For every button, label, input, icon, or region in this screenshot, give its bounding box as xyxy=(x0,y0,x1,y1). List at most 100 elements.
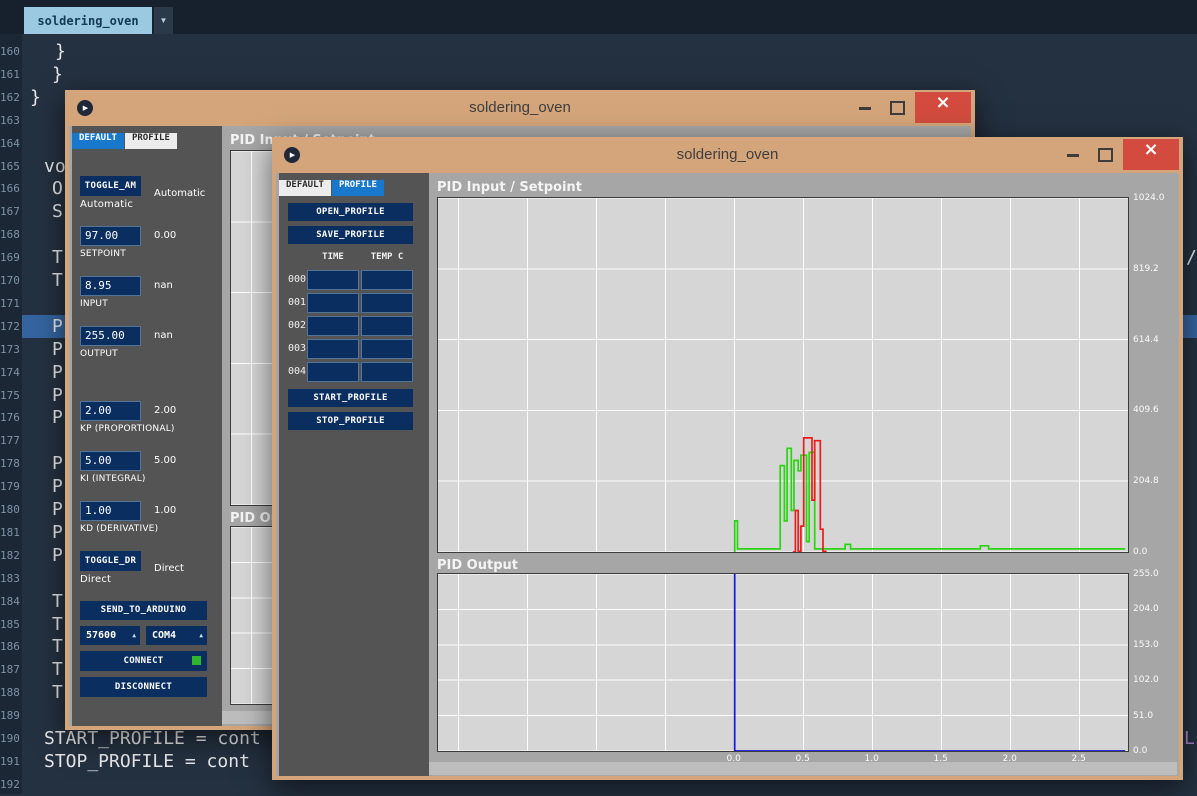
profile-temp-field-3[interactable] xyxy=(361,339,413,359)
input-value: nan xyxy=(154,280,173,291)
chart-canvas xyxy=(438,574,1128,751)
maximize-button[interactable] xyxy=(1098,148,1113,162)
window-title: soldering_oven xyxy=(272,146,1183,163)
chart-canvas xyxy=(438,198,1128,552)
code-fragment: T xyxy=(52,613,63,636)
code-fragment: P xyxy=(52,521,63,544)
titlebar-front[interactable]: ▶ soldering_oven × xyxy=(272,137,1183,173)
stop-profile-button[interactable]: STOP_PROFILE xyxy=(288,412,413,430)
save-profile-button[interactable]: SAVE_PROFILE xyxy=(288,226,413,244)
tab-profile[interactable]: PROFILE xyxy=(125,133,177,149)
setpoint-label: SETPOINT xyxy=(80,249,126,259)
input-label: INPUT xyxy=(80,299,108,309)
code-fragment: P xyxy=(52,498,63,521)
y-tick-label: 204.0 xyxy=(1133,604,1159,614)
tab-default[interactable]: DEFAULT xyxy=(279,180,331,196)
open-profile-button[interactable]: OPEN_PROFILE xyxy=(288,203,413,221)
kp-label: KP (PROPORTIONAL) xyxy=(80,424,175,434)
kp-field[interactable]: 2.00 xyxy=(80,401,141,421)
toggle-am-button[interactable]: TOGGLE_AM xyxy=(80,176,141,196)
code-fragment: P xyxy=(52,475,63,498)
close-button[interactable]: × xyxy=(915,92,971,123)
kp-value: 2.00 xyxy=(154,405,176,416)
code-fragment: P xyxy=(52,406,63,429)
tab-profile[interactable]: PROFILE xyxy=(332,180,384,196)
kd-label: KD (DERIVATIVE) xyxy=(80,524,158,534)
input-field[interactable]: 8.95 xyxy=(80,276,141,296)
start-profile-button[interactable]: START_PROFILE xyxy=(288,389,413,407)
code-fragment: } xyxy=(30,86,41,109)
profile-time-field-4[interactable] xyxy=(307,362,359,382)
baud-dropdown[interactable]: 57600 ▲ xyxy=(80,626,140,645)
code-fragment: P xyxy=(52,452,63,475)
control-sidebar-back: DEFAULTPROFILE TOGGLE_AM Automatic Autom… xyxy=(72,126,222,726)
code-fragment: P xyxy=(52,315,63,338)
profile-temp-field-1[interactable] xyxy=(361,293,413,313)
output-value: nan xyxy=(154,330,173,341)
y-tick-label: 102.0 xyxy=(1133,675,1159,685)
x-tick-label: 1.5 xyxy=(931,754,951,764)
code-fragment: T xyxy=(52,635,63,658)
titlebar-back[interactable]: ▶ soldering_oven × xyxy=(65,90,975,126)
caret-up-icon: ▲ xyxy=(199,626,203,645)
profile-time-field-3[interactable] xyxy=(307,339,359,359)
pid-input-chart xyxy=(437,197,1129,553)
col-header-time: TIME xyxy=(307,252,359,262)
code-fragment: } xyxy=(55,40,66,63)
y-tick-label: 614.4 xyxy=(1133,335,1159,345)
x-tick-label: 0.5 xyxy=(793,754,813,764)
toggle-dr-button[interactable]: TOGGLE_DR xyxy=(80,551,141,571)
x-tick-label: 1.0 xyxy=(862,754,882,764)
code-fragment: T xyxy=(52,246,63,269)
y-tick-label: 204.8 xyxy=(1133,476,1159,486)
profile-time-field-0[interactable] xyxy=(307,270,359,290)
close-button[interactable]: × xyxy=(1123,139,1179,170)
code-fragment: T xyxy=(52,658,63,681)
ki-field[interactable]: 5.00 xyxy=(80,451,141,471)
code-fragment: P xyxy=(52,544,63,567)
tab-default[interactable]: DEFAULT xyxy=(72,133,124,149)
x-tick-label: 2.0 xyxy=(1000,754,1020,764)
caret-up-icon: ▲ xyxy=(132,626,136,645)
window-title: soldering_oven xyxy=(65,99,975,116)
y-tick-label: 51.0 xyxy=(1133,711,1153,721)
ki-value: 5.00 xyxy=(154,455,176,466)
y-tick-label: 409.6 xyxy=(1133,405,1159,415)
y-tick-label: 255.0 xyxy=(1133,569,1159,579)
kd-field[interactable]: 1.00 xyxy=(80,501,141,521)
maximize-button[interactable] xyxy=(890,101,905,115)
profile-time-field-1[interactable] xyxy=(307,293,359,313)
y-tick-label: 1024.0 xyxy=(1133,193,1165,203)
y-tick-label: 0.0 xyxy=(1133,746,1147,756)
connection-status-indicator xyxy=(192,656,201,665)
ki-label: KI (INTEGRAL) xyxy=(80,474,146,484)
code-fragment: } xyxy=(52,63,63,86)
code-fragment: O xyxy=(52,177,63,200)
code-fragment: T xyxy=(52,590,63,613)
connect-button[interactable]: CONNECT xyxy=(80,651,207,671)
profile-time-field-2[interactable] xyxy=(307,316,359,336)
code-fragment: L xyxy=(1184,727,1195,750)
code-fragment: START_PROFILE = cont xyxy=(44,727,261,750)
port-value: COM4 xyxy=(152,630,176,641)
setpoint-field[interactable]: 97.00 xyxy=(80,226,141,246)
y-tick-label: 819.2 xyxy=(1133,264,1159,274)
code-fragment: T xyxy=(52,681,63,704)
profile-temp-field-0[interactable] xyxy=(361,270,413,290)
minimize-button[interactable] xyxy=(859,107,871,110)
kd-value: 1.00 xyxy=(154,505,176,516)
y-tick-label: 153.0 xyxy=(1133,640,1159,650)
minimize-button[interactable] xyxy=(1067,154,1079,157)
output-field[interactable]: 255.00 xyxy=(80,326,141,346)
pid-output-chart xyxy=(437,573,1129,752)
disconnect-button[interactable]: DISCONNECT xyxy=(80,677,207,697)
profile-temp-field-2[interactable] xyxy=(361,316,413,336)
port-dropdown[interactable]: COM4 ▲ xyxy=(146,626,207,645)
code-fragment: / xyxy=(1186,246,1197,269)
pid-input-title: PID Input / Setpoint xyxy=(437,180,582,195)
row-label: 003 xyxy=(288,343,306,354)
code-fragment: S xyxy=(52,200,63,223)
profile-temp-field-4[interactable] xyxy=(361,362,413,382)
control-sidebar-front: DEFAULTPROFILE OPEN_PROFILE SAVE_PROFILE… xyxy=(279,173,429,776)
send-to-arduino-button[interactable]: SEND_TO_ARDUINO xyxy=(80,601,207,620)
